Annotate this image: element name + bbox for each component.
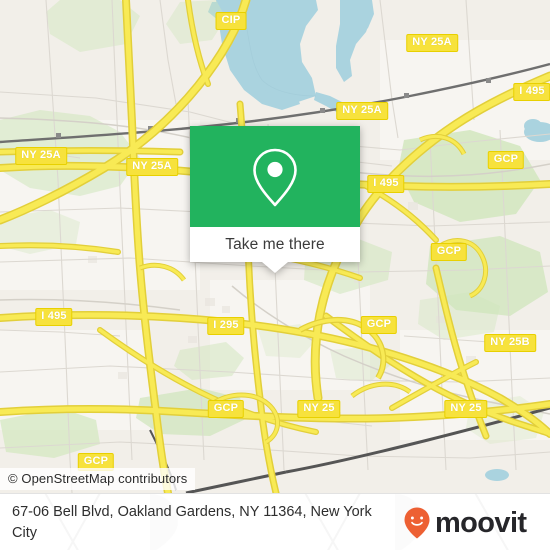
take-me-there-label: Take me there bbox=[225, 235, 325, 253]
road-shield-label: I 295 bbox=[207, 317, 245, 335]
map-screen: CIP NY 25A NY 25A I 495 NY 25A NY 25A GCP I 495… bbox=[0, 0, 550, 550]
footer-bar: 67-06 Bell Blvd, Oakland Gardens, NY 113… bbox=[0, 493, 550, 550]
road-shield-label: NY 25A bbox=[336, 102, 388, 120]
road-shield-label: NY 25 bbox=[444, 400, 488, 418]
moovit-wordmark: moovit bbox=[435, 506, 527, 539]
poi-card-header bbox=[190, 126, 360, 227]
moovit-brand[interactable]: moovit bbox=[402, 506, 527, 540]
road-shield-label: NY 25B bbox=[484, 334, 536, 352]
road-shield-label: NY 25 bbox=[297, 400, 341, 418]
road-shield-label: CIP bbox=[215, 12, 247, 30]
road-shield-label: I 495 bbox=[367, 175, 405, 193]
road-shield-label: GCP bbox=[430, 243, 468, 261]
road-shield-label: GCP bbox=[487, 151, 525, 169]
road-shield-label: NY 25A bbox=[406, 34, 458, 52]
road-shield-label: NY 25A bbox=[15, 147, 67, 165]
road-shield-label: GCP bbox=[207, 400, 245, 418]
map-canvas[interactable]: CIP NY 25A NY 25A I 495 NY 25A NY 25A GCP I 495… bbox=[0, 0, 550, 493]
address-text: 67-06 Bell Blvd, Oakland Gardens, NY 113… bbox=[12, 503, 372, 541]
poi-card-pointer bbox=[262, 262, 288, 273]
poi-callout-card[interactable]: Take me there bbox=[190, 126, 360, 273]
moovit-smiley-pin-icon bbox=[404, 507, 430, 538]
map-attribution[interactable]: © OpenStreetMap contributors bbox=[0, 468, 196, 490]
poi-card-action[interactable]: Take me there bbox=[190, 227, 360, 262]
road-shield-label: I 495 bbox=[35, 308, 73, 326]
road-shield-label: I 495 bbox=[513, 83, 550, 101]
road-shield-label: NY 25A bbox=[126, 158, 178, 176]
road-shield-label: GCP bbox=[360, 316, 398, 334]
map-pin-icon bbox=[253, 148, 297, 206]
